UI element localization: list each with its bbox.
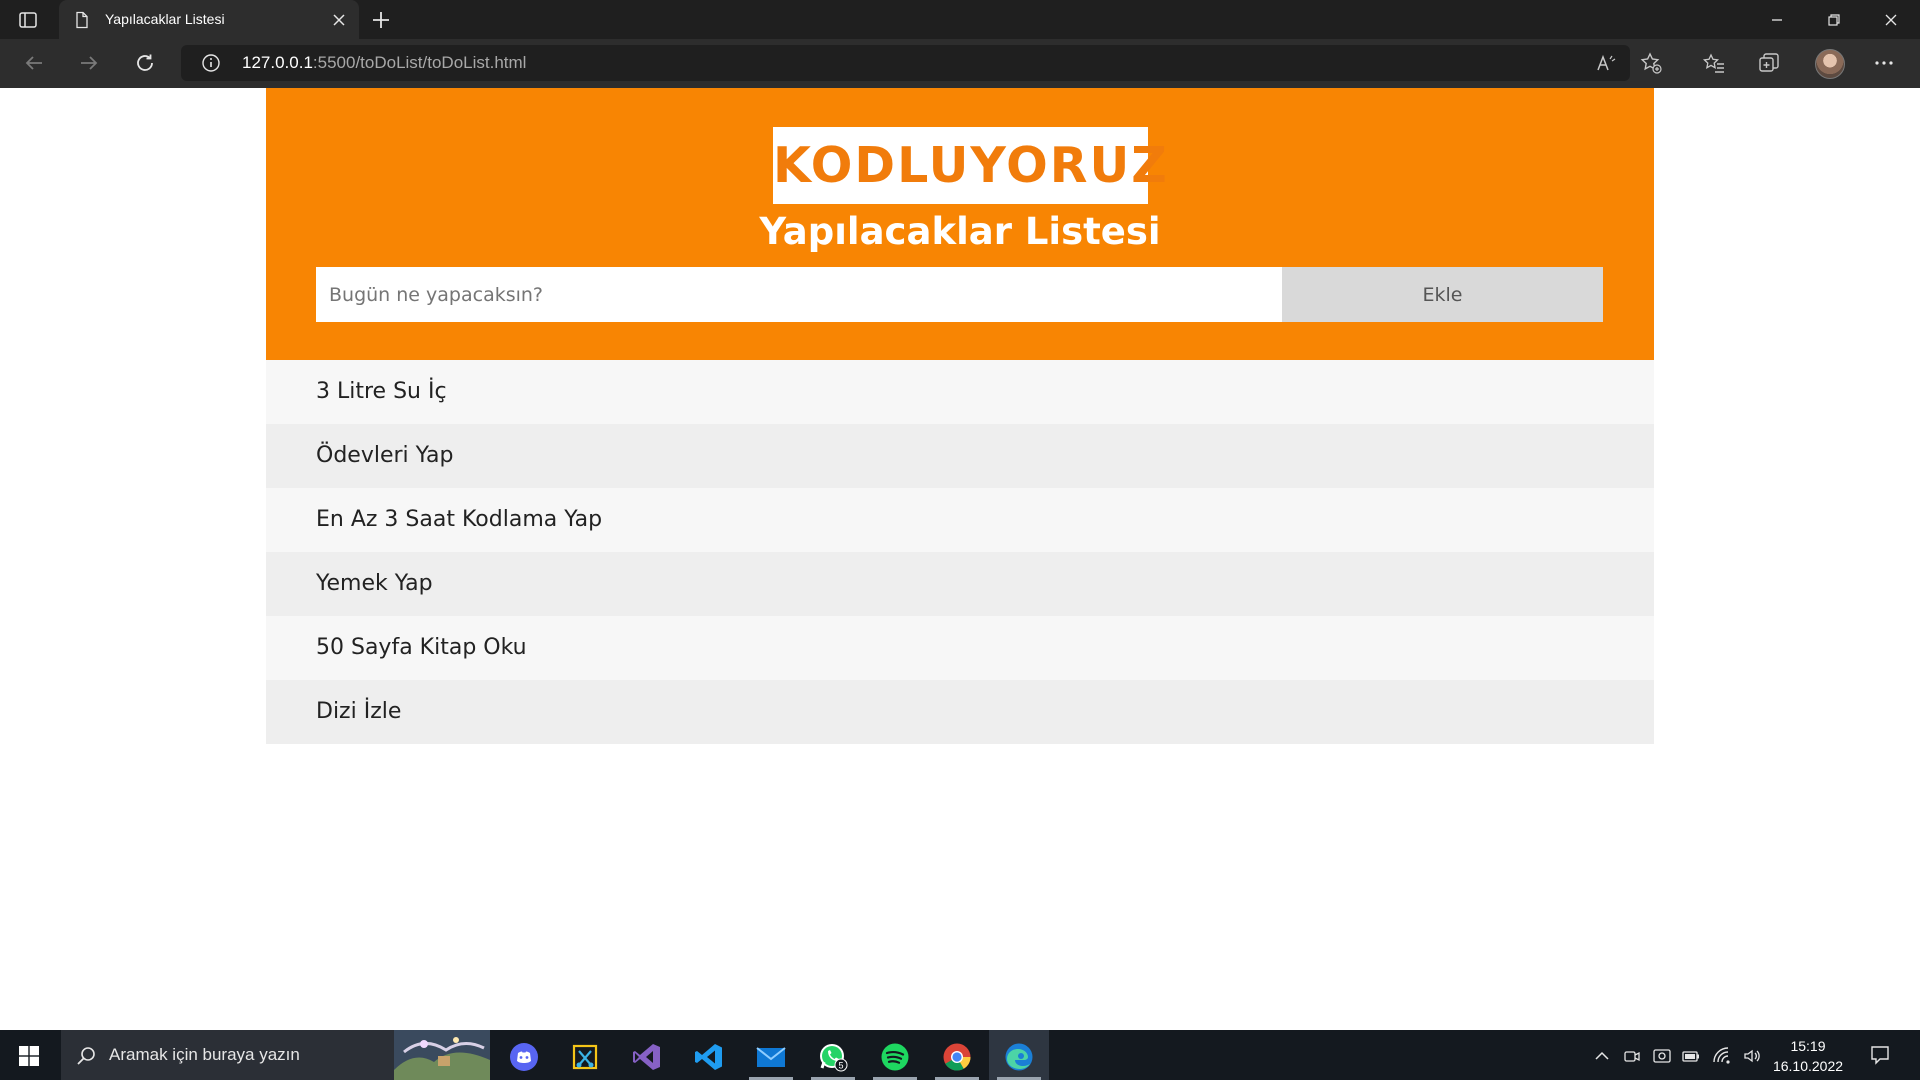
spotify-icon <box>881 1043 909 1071</box>
app-header: KODLUYORUZ Yapılacaklar Listesi Ekle <box>266 88 1654 360</box>
taskbar-discord[interactable] <box>494 1030 554 1080</box>
battery-icon[interactable] <box>1681 1046 1701 1066</box>
taskbar-chrome[interactable] <box>927 1030 987 1080</box>
snipping-tool-icon <box>572 1044 598 1070</box>
clock-date: 16.10.2022 <box>1772 1058 1844 1074</box>
forward-icon[interactable] <box>77 51 101 75</box>
collections-icon[interactable] <box>1757 51 1781 75</box>
taskbar-whatsapp[interactable]: 5 <box>803 1030 863 1080</box>
clock-time: 15:19 <box>1790 1038 1826 1054</box>
page-title: Yapılacaklar Listesi <box>759 210 1161 253</box>
add-favorite-icon[interactable] <box>1639 51 1663 75</box>
taskbar-snipping-tool[interactable] <box>555 1030 615 1080</box>
chrome-icon <box>943 1043 971 1071</box>
taskbar: Aramak için buraya yazın 5 15:19 16.10.2… <box>0 1030 1920 1080</box>
new-tab-icon[interactable] <box>370 9 392 31</box>
site-info-icon[interactable] <box>201 53 221 73</box>
url-text: 127.0.0.1:5500/toDoList/toDoList.html <box>242 53 526 73</box>
tab-title: Yapılacaklar Listesi <box>105 11 225 27</box>
search-placeholder: Aramak için buraya yazın <box>109 1045 300 1064</box>
todo-item[interactable]: 3 Litre Su İç <box>266 360 1654 424</box>
browser-tab[interactable]: Yapılacaklar Listesi <box>59 0 359 41</box>
screen-capture-icon[interactable] <box>1652 1046 1672 1066</box>
taskbar-clock[interactable]: 15:19 16.10.2022 <box>1768 1036 1848 1076</box>
search-highlight-icon <box>394 1030 490 1080</box>
edge-icon <box>1005 1043 1033 1071</box>
restore-icon[interactable] <box>1822 8 1846 32</box>
kodluyoruz-logo: KODLUYORUZ <box>773 127 1169 204</box>
back-icon[interactable] <box>22 51 46 75</box>
page-icon <box>76 11 88 29</box>
meet-now-icon[interactable] <box>1622 1046 1642 1066</box>
taskbar-mail[interactable] <box>741 1030 801 1080</box>
show-hidden-icons-icon[interactable] <box>1592 1046 1612 1066</box>
taskbar-visual-studio[interactable] <box>617 1030 677 1080</box>
mail-icon <box>756 1047 786 1067</box>
vscode-icon <box>695 1044 722 1070</box>
address-bar[interactable]: 127.0.0.1:5500/toDoList/toDoList.html <box>181 45 1630 81</box>
taskbar-spotify[interactable] <box>865 1030 925 1080</box>
read-aloud-icon[interactable] <box>1594 51 1618 75</box>
url-host: 127.0.0.1 <box>242 53 313 72</box>
windows-start-icon[interactable] <box>18 1045 40 1067</box>
search-icon <box>77 1047 95 1065</box>
volume-icon[interactable] <box>1742 1046 1762 1066</box>
taskbar-vscode[interactable] <box>679 1030 739 1080</box>
whatsapp-badge: 5 <box>838 1061 843 1071</box>
todo-app: KODLUYORUZ Yapılacaklar Listesi Ekle 3 L… <box>266 88 1654 744</box>
todo-input[interactable] <box>316 267 1282 322</box>
url-path: :5500/toDoList/toDoList.html <box>312 53 527 72</box>
visual-studio-icon <box>633 1044 660 1070</box>
logo-text: KODLUYORUZ <box>773 137 1169 194</box>
taskbar-search[interactable]: Aramak için buraya yazın <box>61 1030 490 1080</box>
refresh-icon[interactable] <box>133 51 157 75</box>
browser-title-bar: Yapılacaklar Listesi <box>0 0 1920 41</box>
more-options-icon[interactable] <box>1872 51 1896 75</box>
todo-item[interactable]: En Az 3 Saat Kodlama Yap <box>266 488 1654 552</box>
close-tab-icon[interactable] <box>329 10 349 30</box>
tab-actions-icon[interactable] <box>18 10 38 30</box>
favorites-icon[interactable] <box>1702 51 1726 75</box>
wifi-icon[interactable] <box>1712 1046 1732 1066</box>
todo-item[interactable]: Ödevleri Yap <box>266 424 1654 488</box>
browser-toolbar: 127.0.0.1:5500/toDoList/toDoList.html <box>0 39 1920 88</box>
todo-list: 3 Litre Su İç Ödevleri Yap En Az 3 Saat … <box>266 360 1654 744</box>
discord-icon <box>510 1043 538 1071</box>
notifications-icon[interactable] <box>1869 1044 1891 1066</box>
todo-item[interactable]: 50 Sayfa Kitap Oku <box>266 616 1654 680</box>
add-button[interactable]: Ekle <box>1282 267 1603 322</box>
profile-avatar[interactable] <box>1815 49 1845 79</box>
todo-item[interactable]: Dizi İzle <box>266 680 1654 744</box>
todo-item[interactable]: Yemek Yap <box>266 552 1654 616</box>
taskbar-edge[interactable] <box>989 1030 1049 1080</box>
whatsapp-icon: 5 <box>820 1044 848 1072</box>
minimize-icon[interactable] <box>1765 8 1789 32</box>
close-window-icon[interactable] <box>1879 8 1903 32</box>
